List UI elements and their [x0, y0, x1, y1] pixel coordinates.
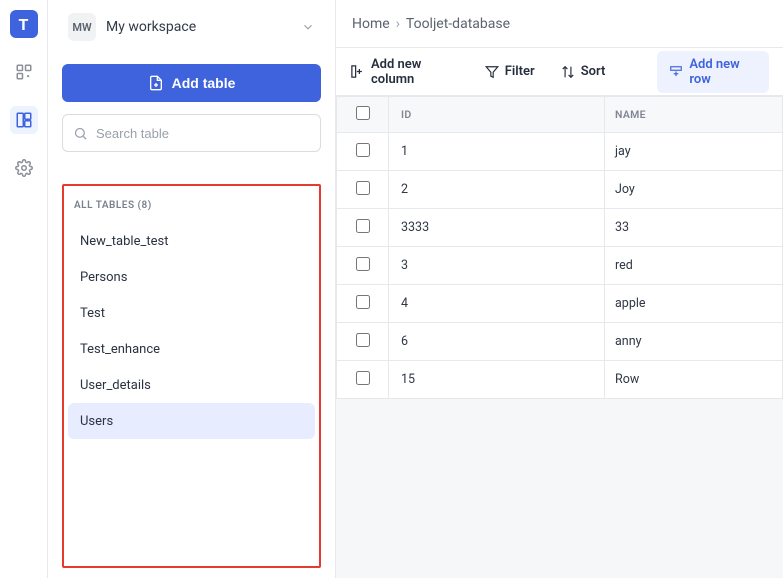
- breadcrumb-sep-icon: ›: [396, 16, 400, 32]
- sort-label: Sort: [581, 64, 606, 79]
- row-checkbox[interactable]: [356, 143, 370, 157]
- cell-id[interactable]: 3333: [389, 209, 605, 247]
- cell-id[interactable]: 1: [389, 133, 605, 171]
- column-header-id[interactable]: ID: [389, 97, 605, 133]
- workspace-selector[interactable]: MW My workspace: [62, 10, 321, 44]
- table-row[interactable]: 6anny: [337, 323, 783, 361]
- row-select-cell[interactable]: [337, 323, 389, 361]
- table-item[interactable]: Test: [68, 295, 315, 331]
- database-icon[interactable]: [10, 106, 38, 134]
- table-row[interactable]: 1jay: [337, 133, 783, 171]
- table-item[interactable]: Persons: [68, 259, 315, 295]
- row-select-cell[interactable]: [337, 285, 389, 323]
- file-plus-icon: [148, 75, 164, 91]
- filter-icon: [485, 65, 499, 79]
- cell-id[interactable]: 15: [389, 361, 605, 399]
- workspace-name: My workspace: [106, 19, 291, 35]
- cell-id[interactable]: 4: [389, 285, 605, 323]
- table-row[interactable]: 3red: [337, 247, 783, 285]
- add-table-button[interactable]: Add table: [62, 64, 321, 102]
- search-icon: [73, 126, 88, 141]
- workspace-badge: MW: [68, 13, 96, 41]
- cell-name[interactable]: 33: [605, 209, 783, 247]
- chevron-down-icon: [301, 20, 315, 34]
- sort-icon: [561, 65, 575, 79]
- add-column-label: Add new column: [371, 57, 459, 87]
- settings-icon[interactable]: [10, 154, 38, 182]
- column-header-name[interactable]: NAME: [605, 97, 783, 133]
- breadcrumb-current: Tooljet-database: [406, 16, 510, 32]
- row-select-cell[interactable]: [337, 133, 389, 171]
- table-item[interactable]: User_details: [68, 367, 315, 403]
- row-checkbox[interactable]: [356, 219, 370, 233]
- apps-icon[interactable]: [10, 58, 38, 86]
- filter-button[interactable]: Filter: [485, 64, 535, 79]
- cell-name[interactable]: jay: [605, 133, 783, 171]
- add-row-label: Add new row: [689, 57, 757, 87]
- cell-id[interactable]: 2: [389, 171, 605, 209]
- row-select-cell[interactable]: [337, 209, 389, 247]
- add-column-button[interactable]: Add new column: [350, 57, 459, 87]
- select-all-checkbox[interactable]: [356, 106, 370, 120]
- table-row[interactable]: 4apple: [337, 285, 783, 323]
- cell-id[interactable]: 6: [389, 323, 605, 361]
- table-row[interactable]: 2Joy: [337, 171, 783, 209]
- cell-name[interactable]: Joy: [605, 171, 783, 209]
- search-table-input-wrap[interactable]: [62, 114, 321, 152]
- table-item[interactable]: New_table_test: [68, 223, 315, 259]
- search-table-input[interactable]: [96, 126, 310, 141]
- add-table-label: Add table: [172, 75, 236, 91]
- add-row-button[interactable]: Add new row: [657, 51, 769, 93]
- tables-panel: ALL TABLES (8) New_table_testPersonsTest…: [62, 184, 321, 568]
- all-tables-heading: ALL TABLES (8): [68, 200, 315, 211]
- breadcrumb-home[interactable]: Home: [352, 16, 390, 32]
- filter-label: Filter: [505, 64, 535, 79]
- sort-button[interactable]: Sort: [561, 64, 606, 79]
- row-checkbox[interactable]: [356, 257, 370, 271]
- table-item[interactable]: Test_enhance: [68, 331, 315, 367]
- cell-name[interactable]: anny: [605, 323, 783, 361]
- row-select-cell[interactable]: [337, 171, 389, 209]
- breadcrumb: Home › Tooljet-database: [336, 0, 783, 48]
- select-all-header[interactable]: [337, 97, 389, 133]
- add-column-icon: [350, 64, 365, 79]
- cell-name[interactable]: apple: [605, 285, 783, 323]
- table-row[interactable]: 333333: [337, 209, 783, 247]
- app-logo[interactable]: T: [10, 10, 38, 38]
- row-checkbox[interactable]: [356, 371, 370, 385]
- table-row[interactable]: 15Row: [337, 361, 783, 399]
- row-checkbox[interactable]: [356, 295, 370, 309]
- row-select-cell[interactable]: [337, 247, 389, 285]
- add-row-icon: [669, 65, 683, 79]
- cell-name[interactable]: Row: [605, 361, 783, 399]
- row-checkbox[interactable]: [356, 181, 370, 195]
- row-checkbox[interactable]: [356, 333, 370, 347]
- row-select-cell[interactable]: [337, 361, 389, 399]
- cell-id[interactable]: 3: [389, 247, 605, 285]
- table-item[interactable]: Users: [68, 403, 315, 439]
- data-table: ID NAME 1jay2Joy3333333red4apple6anny15R…: [336, 96, 783, 399]
- cell-name[interactable]: red: [605, 247, 783, 285]
